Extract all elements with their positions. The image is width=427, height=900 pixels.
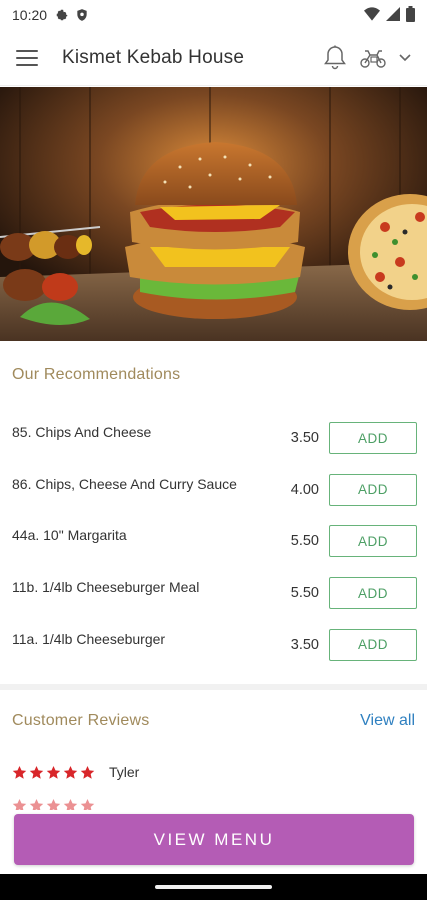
item-name: 11a. 1/4lb Cheeseburger	[12, 630, 166, 647]
reviews-title: Customer Reviews	[12, 712, 150, 729]
star-icon	[80, 765, 95, 779]
star-icon	[12, 798, 27, 810]
item-name: 86. Chips, Cheese And Curry Sauce	[12, 475, 237, 492]
view-all-link[interactable]: View all	[360, 712, 415, 730]
item-price: 3.50	[290, 430, 319, 446]
scooter-icon[interactable]	[359, 47, 387, 69]
system-nav-bar	[0, 874, 427, 900]
signal-icon	[386, 6, 400, 24]
list-item: 44a. 10" Margarita 5.50 ADD	[0, 525, 427, 577]
reviewer-name: Tyler	[109, 764, 140, 780]
item-name: 11b. 1/4lb Cheeseburger Meal	[12, 579, 200, 596]
list-item: 86. Chips, Cheese And Curry Sauce 4.00 A…	[0, 473, 427, 526]
add-button[interactable]: ADD	[329, 525, 417, 558]
gear-icon	[55, 8, 69, 22]
battery-icon	[406, 5, 415, 25]
home-gesture-handle[interactable]	[155, 885, 272, 889]
star-rating	[12, 765, 95, 780]
star-icon	[63, 798, 78, 810]
menu-icon[interactable]	[16, 49, 38, 66]
star-icon	[46, 798, 61, 810]
app-bar: Kismet Kebab House	[0, 30, 427, 86]
recommendations-list: 85. Chips And Cheese 3.50 ADD 86. Chips,…	[0, 422, 427, 680]
item-name: 85. Chips And Cheese	[12, 424, 152, 440]
item-price: 5.50	[290, 585, 319, 602]
star-icon	[80, 798, 95, 810]
item-name: 44a. 10" Margarita	[12, 527, 127, 544]
star-icon	[12, 765, 27, 779]
item-price: 4.00	[290, 481, 319, 498]
star-icon	[46, 765, 61, 779]
hero-image	[0, 87, 427, 341]
chevron-down-icon[interactable]	[399, 53, 411, 62]
list-item: 85. Chips And Cheese 3.50 ADD	[0, 422, 427, 474]
list-item: 11b. 1/4lb Cheeseburger Meal 5.50 ADD	[0, 577, 427, 629]
hero-banner	[0, 87, 427, 341]
add-button[interactable]: ADD	[329, 577, 417, 610]
add-button[interactable]: ADD	[329, 422, 417, 454]
page-title: Kismet Kebab House	[62, 46, 245, 68]
wifi-icon	[364, 6, 380, 24]
list-item: 11a. 1/4lb Cheeseburger 3.50 ADD	[0, 628, 427, 681]
review-item-partial	[12, 798, 95, 810]
add-button[interactable]: ADD	[329, 628, 417, 661]
status-time: 10:20	[12, 7, 48, 23]
recommendations-section: Our Recommendations 85. Chips And Cheese…	[0, 342, 427, 682]
recommendations-title: Our Recommendations	[12, 366, 181, 383]
reviews-section: Customer Reviews View all Tyler	[0, 690, 427, 810]
view-menu-button[interactable]: VIEW MENU	[14, 814, 414, 865]
item-price: 5.50	[290, 533, 319, 550]
bell-icon[interactable]	[323, 45, 347, 71]
item-price: 3.50	[290, 636, 319, 653]
star-icon	[63, 765, 78, 779]
shield-icon	[75, 8, 89, 22]
review-item: Tyler	[12, 764, 139, 780]
add-button[interactable]: ADD	[329, 473, 417, 506]
star-icon	[29, 798, 44, 810]
star-icon	[29, 765, 44, 779]
status-bar: 10:20	[0, 0, 427, 30]
